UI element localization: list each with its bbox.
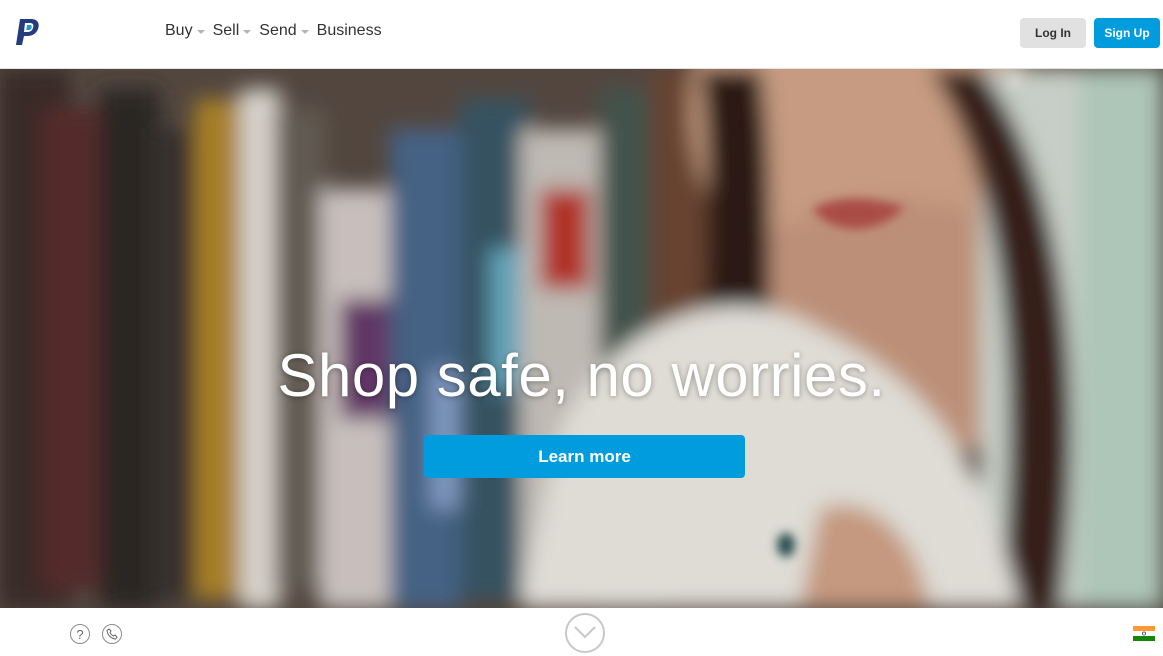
paypal-logo-icon[interactable]: [14, 17, 42, 47]
help-icon[interactable]: ?: [70, 624, 90, 644]
chevron-down-icon: [574, 626, 596, 639]
help-glyph: ?: [76, 626, 84, 642]
india-flag-icon[interactable]: [1133, 626, 1155, 641]
phone-icon[interactable]: [102, 624, 122, 644]
nav-label: Sell: [212, 22, 240, 39]
nav-label: Send: [259, 22, 297, 39]
nav-item-business[interactable]: Business: [317, 22, 382, 40]
nav-item-send[interactable]: Send: [259, 22, 309, 40]
login-button[interactable]: Log In: [1020, 18, 1086, 48]
scroll-down-button[interactable]: [565, 613, 605, 653]
caret-down-icon: [300, 30, 309, 34]
site-header: Buy Sell Send Business Log In Sign Up: [0, 0, 1163, 69]
caret-down-icon: [196, 30, 205, 34]
nav-label: Buy: [165, 22, 193, 39]
learn-more-button[interactable]: Learn more: [424, 435, 745, 478]
phone-glyph-icon: [106, 628, 118, 640]
hero-background-image: [0, 69, 1163, 608]
signup-button[interactable]: Sign Up: [1094, 18, 1160, 48]
main-nav: Buy Sell Send Business: [165, 22, 390, 40]
caret-down-icon: [243, 30, 252, 34]
nav-item-buy[interactable]: Buy: [165, 22, 205, 40]
nav-item-sell[interactable]: Sell: [213, 22, 252, 40]
nav-label: Business: [316, 22, 382, 39]
hero-banner: Shop safe, no worries. Learn more: [0, 69, 1163, 608]
hero-title: Shop safe, no worries.: [277, 342, 886, 409]
